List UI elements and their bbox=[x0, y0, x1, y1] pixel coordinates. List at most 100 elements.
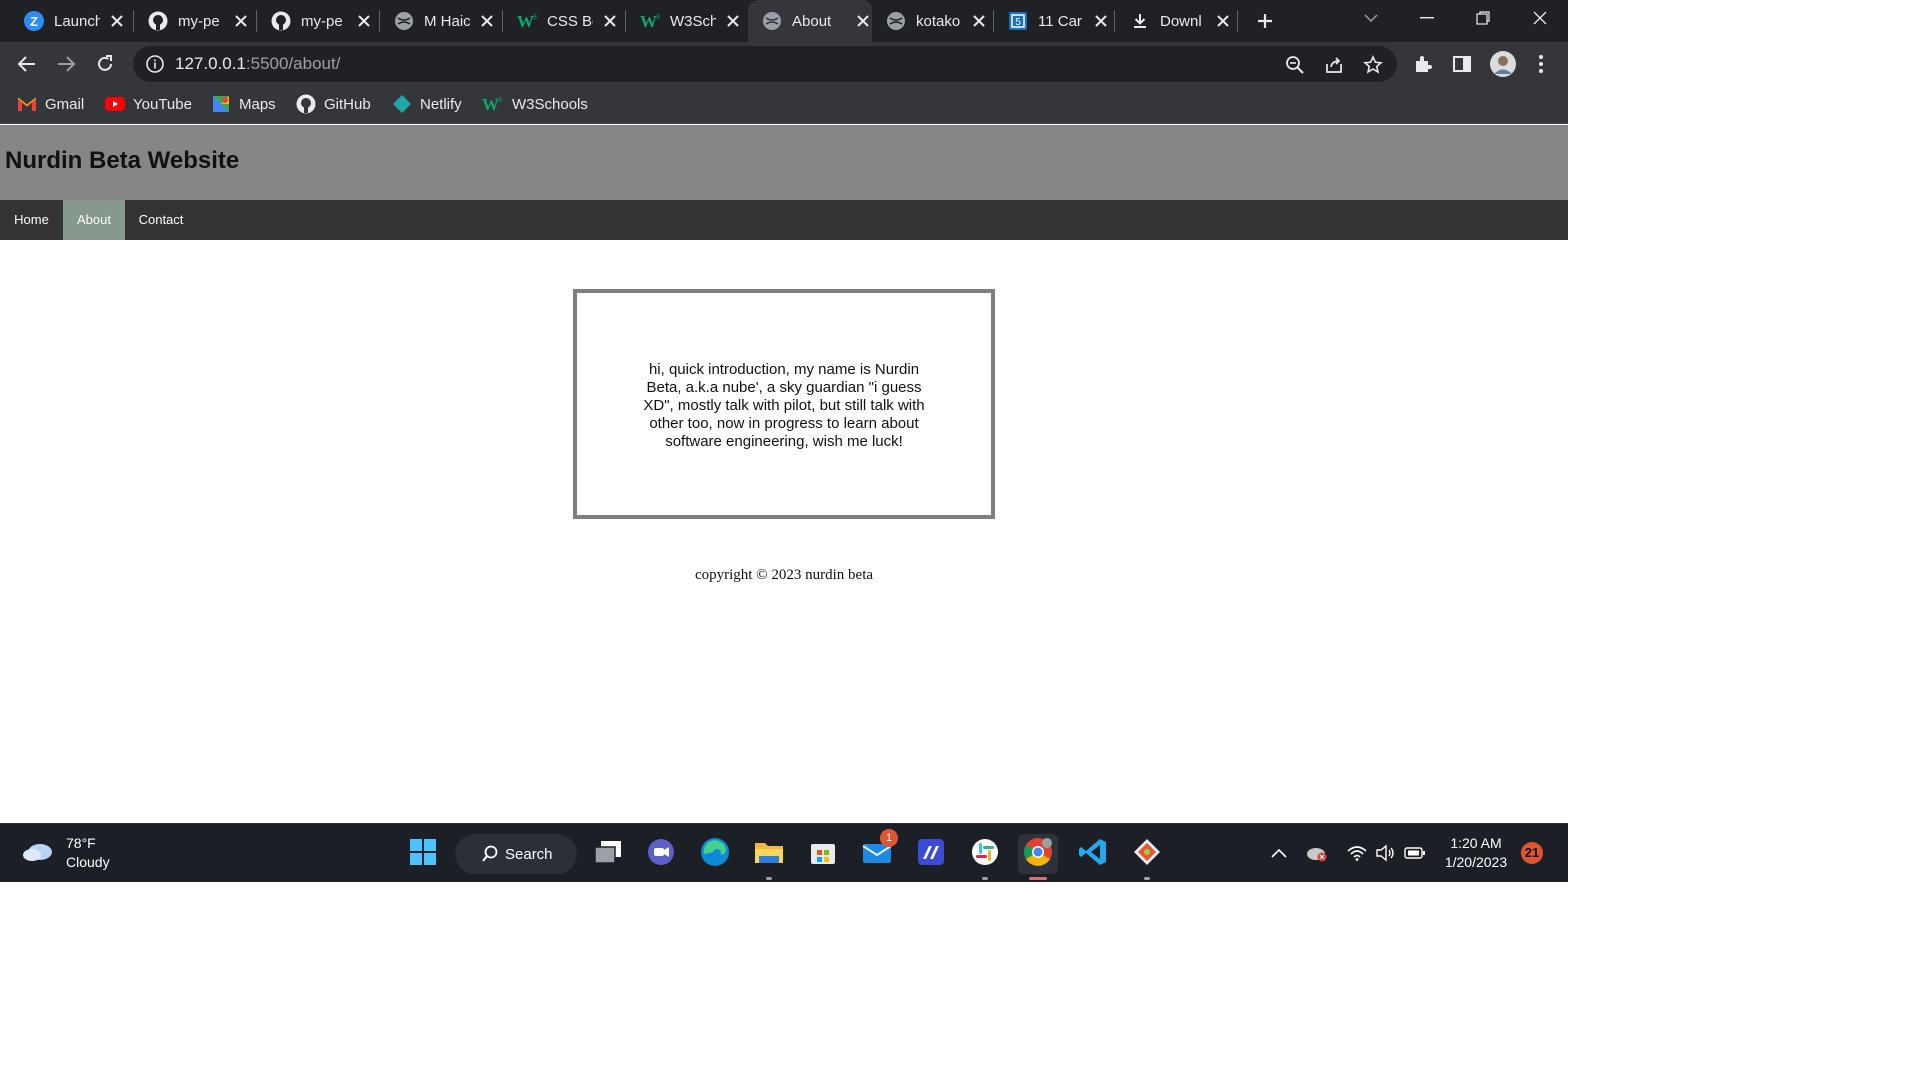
back-button[interactable] bbox=[13, 50, 41, 78]
tab-search-button[interactable] bbox=[1343, 0, 1399, 36]
close-icon[interactable] bbox=[854, 12, 872, 30]
tab-11-car[interactable]: 5 11 Car bbox=[994, 0, 1115, 42]
github-icon bbox=[296, 94, 316, 114]
minimize-button[interactable] bbox=[1399, 0, 1455, 36]
bookmark-label: GitHub bbox=[324, 95, 371, 113]
close-window-button[interactable] bbox=[1512, 0, 1568, 36]
tab-kotako[interactable]: kotako bbox=[872, 0, 994, 42]
tab-launch[interactable]: Z Launch bbox=[10, 0, 134, 42]
site-title: Nurdin Beta Website bbox=[5, 147, 240, 174]
forward-button[interactable] bbox=[52, 50, 80, 78]
start-button[interactable] bbox=[403, 834, 443, 874]
bookmark-maps[interactable]: Maps bbox=[211, 93, 276, 115]
site-info-icon[interactable] bbox=[145, 54, 165, 74]
zoom-out-icon[interactable] bbox=[1284, 54, 1306, 76]
tab-title: Launch bbox=[54, 12, 100, 30]
tab-haic[interactable]: M Haic bbox=[380, 0, 503, 42]
nav-about-link[interactable]: About bbox=[63, 200, 125, 240]
close-icon[interactable] bbox=[108, 12, 126, 30]
bookmark-star-icon[interactable] bbox=[1362, 54, 1384, 76]
address-bar[interactable]: 127.0.0.1:5500/about/ bbox=[133, 46, 1397, 82]
close-icon[interactable] bbox=[478, 12, 496, 30]
zoom-icon: Z bbox=[24, 11, 44, 31]
new-tab-button[interactable] bbox=[1252, 8, 1278, 34]
weather-widget[interactable]: 78°F Cloudy bbox=[22, 834, 110, 872]
close-icon[interactable] bbox=[1092, 12, 1110, 30]
edge-button[interactable] bbox=[695, 834, 735, 874]
onedrive-error-icon[interactable] bbox=[1306, 842, 1328, 864]
tab-github-2[interactable]: my-pe bbox=[257, 0, 380, 42]
task-view-icon bbox=[593, 839, 623, 870]
restore-button[interactable] bbox=[1455, 0, 1511, 36]
tab-title: W3Sch bbox=[670, 12, 716, 30]
mail-button[interactable]: 1 bbox=[857, 829, 898, 874]
share-icon[interactable] bbox=[1323, 54, 1345, 76]
task-view-button[interactable] bbox=[588, 834, 628, 874]
azure-data-button[interactable] bbox=[911, 834, 951, 874]
tab-title: Downl bbox=[1160, 12, 1202, 30]
taskbar-clock[interactable]: 1:20 AM 1/20/2023 bbox=[1436, 834, 1516, 872]
tab-w3schools[interactable]: W3 W3Sch bbox=[626, 0, 746, 42]
globe-icon bbox=[886, 11, 906, 31]
vscode-button[interactable] bbox=[1073, 834, 1113, 874]
battery-icon[interactable] bbox=[1404, 842, 1426, 864]
reload-button[interactable] bbox=[91, 50, 119, 78]
bookmark-site-icon: 5 bbox=[1008, 11, 1028, 31]
ms-store-button[interactable] bbox=[803, 834, 843, 874]
bookmark-label: Gmail bbox=[45, 95, 85, 113]
slack-button[interactable] bbox=[965, 834, 1005, 880]
close-icon[interactable] bbox=[232, 12, 250, 30]
close-icon[interactable] bbox=[355, 12, 373, 30]
teams-chat-button[interactable] bbox=[641, 834, 681, 874]
bookmark-gmail[interactable]: Gmail bbox=[17, 93, 84, 115]
intro-box: hi, quick introduction, my name is Nurdi… bbox=[573, 289, 995, 519]
extensions-icon[interactable] bbox=[1411, 52, 1435, 76]
tab-title: my-pe bbox=[178, 12, 220, 30]
chat-icon bbox=[647, 838, 675, 871]
side-panel-icon[interactable] bbox=[1450, 52, 1474, 76]
clock-date: 1/20/2023 bbox=[1444, 854, 1508, 870]
edge-icon bbox=[700, 837, 730, 872]
clock-time: 1:20 AM bbox=[1450, 835, 1502, 851]
nav-contact-link[interactable]: Contact bbox=[125, 200, 197, 240]
wifi-icon[interactable] bbox=[1346, 842, 1368, 864]
close-icon[interactable] bbox=[1214, 12, 1232, 30]
nav-home-link[interactable]: Home bbox=[0, 200, 63, 240]
bookmark-github[interactable]: GitHub bbox=[296, 93, 371, 115]
search-label: Search bbox=[505, 845, 553, 863]
tab-about[interactable]: About bbox=[748, 0, 872, 42]
bookmark-w3schools[interactable]: W3 W3Schools bbox=[482, 93, 588, 115]
svg-text:3: 3 bbox=[656, 14, 660, 21]
bookmark-label: W3Schools bbox=[512, 95, 588, 113]
store-icon bbox=[809, 838, 837, 871]
site-nav: Home About Contact bbox=[0, 200, 1568, 240]
taskbar-search[interactable]: Search bbox=[455, 834, 577, 874]
url-text: 127.0.0.1:5500/about/ bbox=[175, 54, 340, 74]
tab-github-1[interactable]: my-pe bbox=[134, 0, 257, 42]
notification-count-badge[interactable]: 21 bbox=[1521, 842, 1543, 864]
close-icon[interactable] bbox=[601, 12, 619, 30]
active-indicator bbox=[1029, 877, 1047, 880]
bookmark-label: Maps bbox=[239, 95, 276, 113]
tray-overflow-icon[interactable] bbox=[1268, 842, 1290, 864]
close-icon[interactable] bbox=[970, 12, 988, 30]
close-icon[interactable] bbox=[724, 12, 742, 30]
svg-text:5: 5 bbox=[1015, 17, 1021, 28]
profile-avatar[interactable] bbox=[1489, 50, 1517, 78]
tab-title: my-pe bbox=[301, 12, 343, 30]
bookmark-netlify[interactable]: Netlify bbox=[392, 93, 462, 115]
menu-kebab-icon[interactable] bbox=[1529, 52, 1553, 76]
git-kraken-button[interactable] bbox=[1127, 834, 1167, 880]
globe-icon bbox=[762, 11, 782, 31]
file-explorer-button[interactable] bbox=[749, 834, 789, 880]
globe-icon bbox=[394, 11, 414, 31]
cloud-icon bbox=[22, 840, 54, 867]
tab-css-box[interactable]: W3 CSS Bo bbox=[503, 0, 626, 42]
bookmark-youtube[interactable]: YouTube bbox=[105, 93, 192, 115]
app-icon bbox=[917, 838, 945, 871]
tab-download[interactable]: Downl bbox=[1116, 0, 1238, 42]
volume-icon[interactable] bbox=[1374, 842, 1396, 864]
svg-text:Z: Z bbox=[30, 14, 38, 29]
chrome-icon bbox=[1023, 837, 1053, 872]
chrome-button[interactable] bbox=[1018, 834, 1058, 880]
